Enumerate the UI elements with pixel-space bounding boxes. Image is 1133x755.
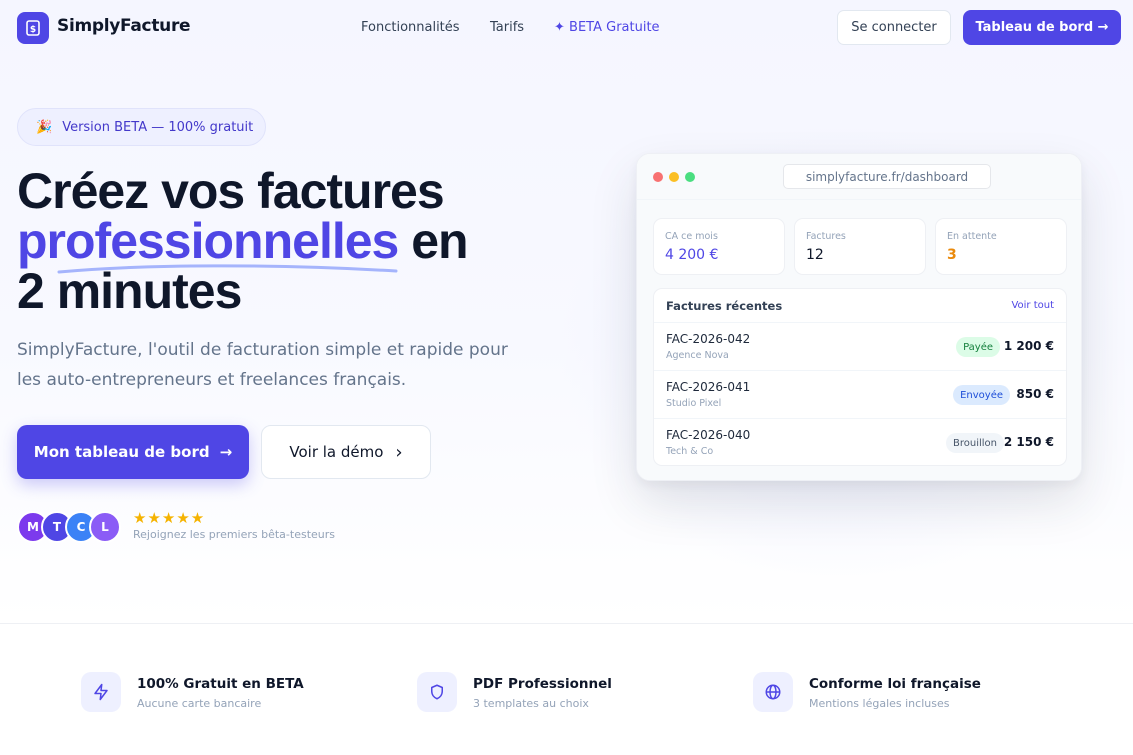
- logo-text[interactable]: SimplyFacture: [57, 16, 191, 36]
- stat-label: Factures: [806, 231, 846, 242]
- preview-body: CA ce mois 4 200 € Factures 12 En attent…: [637, 200, 1081, 480]
- see-all-link[interactable]: Voir tout: [1011, 300, 1054, 311]
- window-close-dot: [653, 172, 663, 182]
- window-maximize-dot: [685, 172, 695, 182]
- my-dashboard-button[interactable]: Mon tableau de bord →: [17, 425, 249, 479]
- party-icon: 🎉: [36, 119, 53, 135]
- invoice-amount: 850 €: [1016, 387, 1054, 401]
- stat-value: 3: [947, 247, 957, 263]
- stat-card-invoices: Factures 12: [794, 218, 926, 275]
- status-badge: Envoyée: [953, 385, 1010, 405]
- feature-title: 100% Gratuit en BETA: [137, 676, 304, 692]
- hero-title-mid: en: [398, 213, 468, 269]
- window-minimize-dot: [669, 172, 679, 182]
- hero-subtitle: SimplyFacture, l'outil de facturation si…: [17, 340, 508, 390]
- dashboard-preview: simplyfacture.fr/dashboard CA ce mois 4 …: [636, 153, 1082, 481]
- url-bar: simplyfacture.fr/dashboard: [783, 164, 991, 189]
- shield-icon: [417, 672, 457, 712]
- feature-desc: Mentions légales incluses: [809, 697, 950, 710]
- nav-link-pricing[interactable]: Tarifs: [490, 20, 524, 35]
- my-dashboard-label: Mon tableau de bord: [33, 443, 210, 461]
- beta-badge: 🎉 Version BETA — 100% gratuit: [17, 108, 266, 146]
- demo-label: Voir la démo: [289, 443, 384, 461]
- globe-icon: [753, 672, 793, 712]
- hero-title-accent: professionnelles: [17, 213, 399, 269]
- demo-button[interactable]: Voir la démo ›: [261, 425, 431, 479]
- table-row[interactable]: FAC-2026-040 Tech & Co Brouillon 2 150 €: [654, 418, 1066, 466]
- table-row[interactable]: FAC-2026-042 Agence Nova Payée 1 200 €: [654, 322, 1066, 370]
- feature-desc: Aucune carte bancaire: [137, 697, 262, 710]
- hero-title: Créez vos factures professionnelles en 2…: [17, 166, 557, 316]
- invoice-client: Tech & Co: [666, 446, 714, 457]
- social-proof-text: Rejoignez les premiers bêta-testeurs: [133, 528, 336, 541]
- invoice-number: FAC-2026-042: [666, 332, 751, 346]
- feature-desc: 3 templates au choix: [473, 697, 589, 710]
- invoice-number: FAC-2026-040: [666, 428, 751, 442]
- invoice-number: FAC-2026-041: [666, 380, 751, 394]
- invoice-amount: 2 150 €: [1003, 435, 1054, 449]
- chevron-right-icon: ›: [395, 441, 403, 463]
- invoice-client: Studio Pixel: [666, 398, 722, 409]
- stat-card-pending: En attente 3: [935, 218, 1067, 275]
- rating-stars-icon: ★★★★★: [133, 509, 206, 527]
- invoice-client: Agence Nova: [666, 350, 729, 361]
- title-underline-decoration: [57, 264, 398, 274]
- stat-label: En attente: [947, 231, 997, 242]
- beta-badge-text: Version BETA — 100% gratuit: [62, 119, 254, 135]
- top-navigation: $ SimplyFacture Fonctionnalités Tarifs ✦…: [0, 0, 1133, 56]
- feature-title: Conforme loi française: [809, 676, 981, 692]
- browser-toolbar: simplyfacture.fr/dashboard: [637, 154, 1081, 200]
- nav-link-features[interactable]: Fonctionnalités: [361, 20, 460, 35]
- status-badge: Brouillon: [946, 433, 1004, 453]
- stat-card-revenue: CA ce mois 4 200 €: [653, 218, 785, 275]
- stat-label: CA ce mois: [665, 231, 718, 242]
- table-row[interactable]: FAC-2026-041 Studio Pixel Envoyée 850 €: [654, 370, 1066, 418]
- avatar: L: [89, 511, 121, 543]
- lightning-icon: [81, 672, 121, 712]
- svg-text:$: $: [30, 25, 36, 35]
- recent-invoices-title: Factures récentes: [666, 299, 783, 313]
- login-button[interactable]: Se connecter: [837, 10, 951, 45]
- dashboard-button[interactable]: Tableau de bord →: [963, 10, 1121, 45]
- arrow-right-icon: →: [219, 443, 233, 461]
- section-divider: [0, 623, 1133, 624]
- invoice-amount: 1 200 €: [1003, 339, 1054, 353]
- hero-title-line1: Créez vos factures: [17, 163, 445, 219]
- recent-invoices-card: Factures récentes Voir tout FAC-2026-042…: [653, 288, 1067, 466]
- nav-link-beta[interactable]: ✦ BETA Gratuite: [554, 20, 660, 35]
- stat-value: 4 200 €: [665, 247, 719, 263]
- status-badge: Payée: [956, 337, 1000, 357]
- logo-icon[interactable]: $: [17, 12, 49, 44]
- feature-title: PDF Professionnel: [473, 676, 612, 692]
- stat-value: 12: [806, 247, 824, 263]
